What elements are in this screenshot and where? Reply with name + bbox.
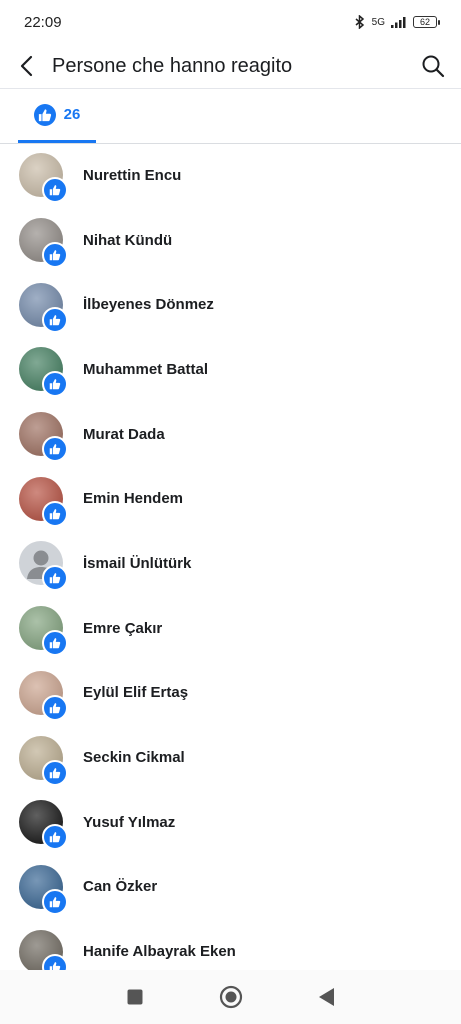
bluetooth-icon: [355, 15, 364, 29]
reactor-row[interactable]: İlbeyenes Dönmez: [0, 272, 461, 337]
reactor-row[interactable]: Nurettin Encu: [0, 143, 461, 208]
like-reaction-icon: [42, 436, 68, 463]
avatar-container: [19, 606, 68, 657]
page-title: Persone che hanno reagito: [52, 54, 293, 77]
avatar-container: [19, 218, 68, 269]
like-reaction-icon: [42, 759, 68, 786]
like-icon: [33, 103, 56, 126]
reactor-row[interactable]: Can Özker: [0, 855, 461, 920]
status-bar: 22:09 5G 62: [0, 0, 461, 44]
reactor-row[interactable]: İsmail Ünlütürk: [0, 531, 461, 596]
search-button[interactable]: [405, 44, 461, 88]
battery-level: 62: [419, 17, 430, 27]
nav-back-button[interactable]: [318, 988, 335, 1006]
avatar-container: [19, 735, 68, 786]
tab-like-count: 26: [63, 106, 81, 123]
like-reaction-icon: [42, 177, 68, 204]
reactor-name[interactable]: Nurettin Encu: [83, 167, 181, 184]
status-icons: 5G 62: [354, 15, 440, 29]
search-icon: [422, 55, 445, 78]
reactor-name[interactable]: Yusuf Yılmaz: [83, 814, 175, 831]
reactor-row[interactable]: Emre Çakır: [0, 596, 461, 661]
like-reaction-icon: [42, 565, 68, 592]
avatar-container: [19, 476, 68, 527]
reactor-name[interactable]: Hanife Albayrak Eken: [83, 943, 236, 960]
reactor-name[interactable]: Can Özker: [83, 878, 157, 895]
like-reaction-icon: [42, 888, 68, 915]
system-nav-bar: [0, 970, 461, 1024]
like-reaction-icon: [42, 953, 68, 970]
tab-like[interactable]: 26: [18, 89, 96, 143]
battery-icon: 62: [413, 16, 440, 28]
reactor-name[interactable]: Emre Çakır: [83, 620, 162, 637]
network-label: 5G: [371, 16, 385, 28]
reactor-name[interactable]: Emin Hendem: [83, 490, 183, 507]
reactor-row[interactable]: Murat Dada: [0, 402, 461, 467]
avatar-container: [19, 412, 68, 463]
reactor-name[interactable]: Murat Dada: [83, 426, 165, 443]
reactor-row[interactable]: Emin Hendem: [0, 466, 461, 531]
recent-apps-button[interactable]: [127, 989, 143, 1005]
back-button[interactable]: [0, 44, 52, 88]
back-arrow-icon: [20, 55, 33, 77]
reactor-row[interactable]: Nihat Kündü: [0, 208, 461, 273]
like-reaction-icon: [42, 500, 68, 527]
avatar-container: [19, 670, 68, 721]
reactor-name[interactable]: İlbeyenes Dönmez: [83, 296, 214, 313]
reactor-list: Nurettin Encu Nihat Kündü İlbeyenes Dönmez…: [0, 143, 461, 970]
reactor-row[interactable]: Hanife Albayrak Eken: [0, 919, 461, 970]
reactor-name[interactable]: İsmail Ünlütürk: [83, 555, 191, 572]
avatar-container: [19, 541, 68, 592]
avatar-container: [19, 347, 68, 398]
app-header: Persone che hanno reagito: [0, 44, 461, 89]
home-button[interactable]: [219, 985, 243, 1009]
reactor-row[interactable]: Yusuf Yılmaz: [0, 790, 461, 855]
like-reaction-icon: [42, 824, 68, 851]
avatar-container: [19, 864, 68, 915]
reactor-row[interactable]: Eylül Elif Ertaş: [0, 661, 461, 726]
like-reaction-icon: [42, 306, 68, 333]
avatar-container: [19, 153, 68, 204]
reactor-name[interactable]: Nihat Kündü: [83, 232, 172, 249]
signal-icon: [391, 17, 406, 28]
like-reaction-icon: [42, 371, 68, 398]
reaction-tabs: 26: [0, 89, 461, 144]
like-reaction-icon: [42, 242, 68, 269]
avatar-container: [19, 929, 68, 970]
like-reaction-icon: [42, 630, 68, 657]
reactor-name[interactable]: Muhammet Battal: [83, 361, 208, 378]
status-time: 22:09: [24, 13, 62, 31]
reactor-name[interactable]: Seckin Cikmal: [83, 749, 185, 766]
reactor-row[interactable]: Seckin Cikmal: [0, 725, 461, 790]
avatar-container: [19, 282, 68, 333]
like-reaction-icon: [42, 694, 68, 721]
reactor-row[interactable]: Muhammet Battal: [0, 337, 461, 402]
reactor-name[interactable]: Eylül Elif Ertaş: [83, 684, 188, 701]
avatar-container: [19, 800, 68, 851]
